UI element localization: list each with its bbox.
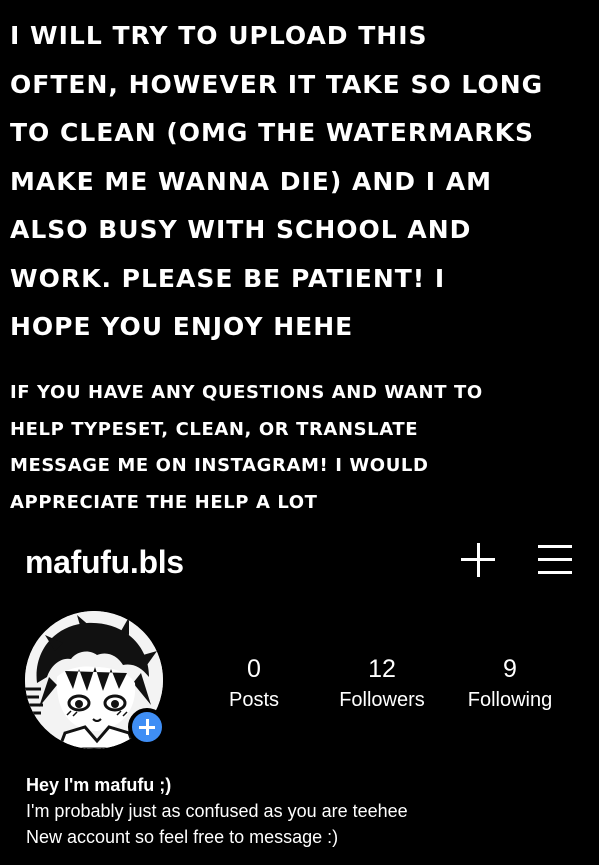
- username[interactable]: mafufu.bls: [25, 544, 184, 581]
- uploader-note: I will try to upload this often, however…: [10, 21, 544, 341]
- bio-line: I'm probably just as confused as you are…: [26, 801, 408, 821]
- contact-note: If you have any questions and want to he…: [10, 382, 483, 513]
- bio-name: Hey I'm mafufu ;): [26, 775, 172, 795]
- create-post-button[interactable]: [460, 542, 496, 578]
- add-story-plus-icon[interactable]: [128, 708, 166, 746]
- following-count: 9: [503, 655, 517, 683]
- profile-header: mafufu.bls: [0, 532, 599, 592]
- stat-following[interactable]: 9 Following: [435, 654, 585, 714]
- profile-bio: Hey I'm mafufu ;) I'm probably just as c…: [26, 772, 408, 850]
- hamburger-menu-icon[interactable]: [538, 545, 572, 575]
- following-label: Following: [467, 689, 553, 711]
- bio-line: New account so feel free to message :): [26, 827, 339, 847]
